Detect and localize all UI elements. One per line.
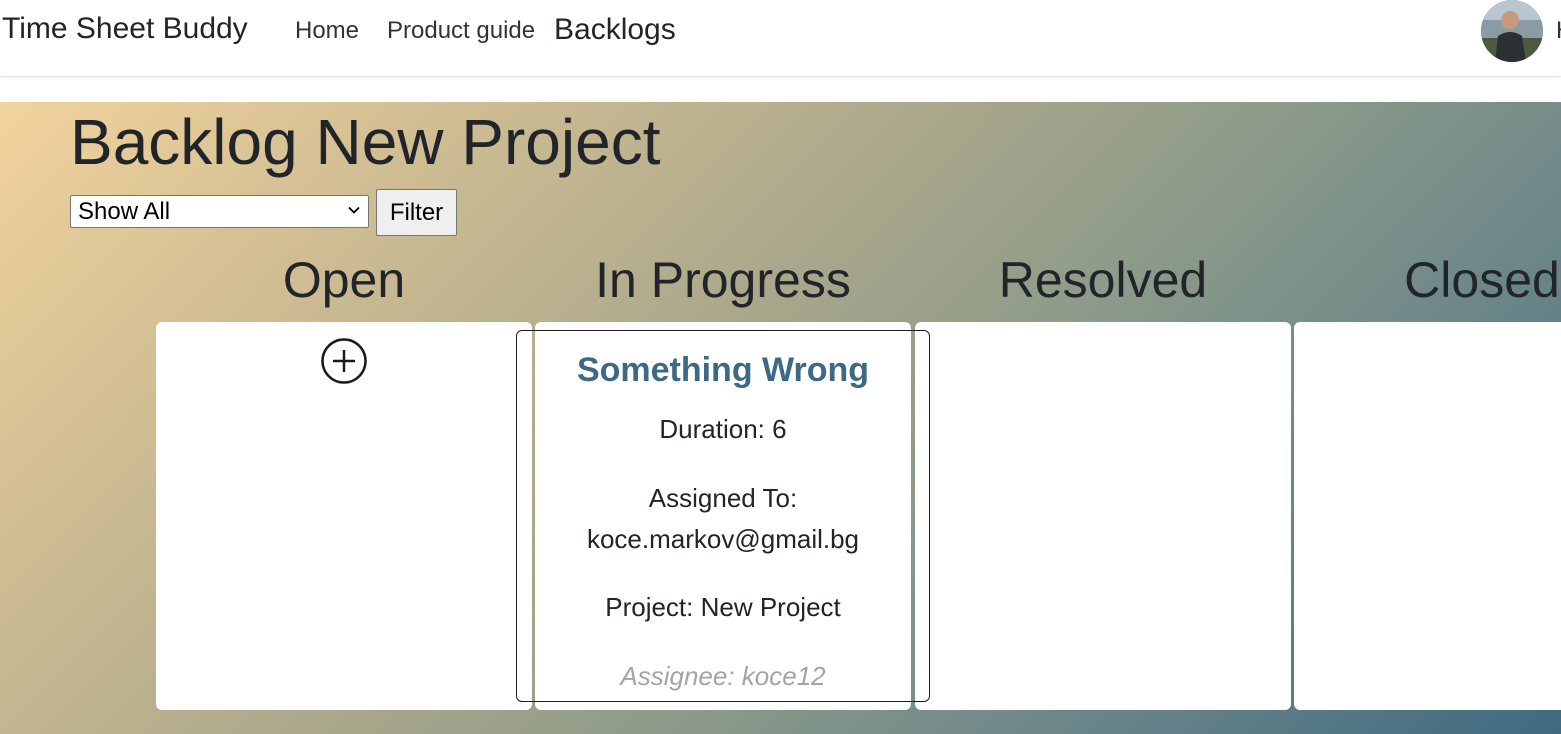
task-card[interactable]: Something Wrong Duration: 6 Assigned To:… (516, 330, 930, 702)
nav-link-backlogs[interactable]: Backlogs (554, 13, 676, 47)
task-assigned-to-email: koce.markov@gmail.bg (586, 524, 860, 554)
task-assignee: Assignee: koce12 (620, 661, 826, 691)
brand-link[interactable]: Time Sheet Buddy (2, 12, 248, 46)
user-greeting[interactable]: H (1556, 17, 1561, 45)
task-project: Project: New Project (605, 592, 841, 622)
task-duration: Duration: 6 (659, 414, 787, 444)
chevron-down-icon (348, 206, 360, 214)
page-title: Backlog New Project (70, 106, 661, 178)
column-header-closed: Closed (1404, 252, 1560, 308)
column-closed (1294, 322, 1561, 710)
nav-link-product-guide[interactable]: Product guide (387, 17, 535, 45)
nav-link-home[interactable]: Home (295, 17, 359, 45)
plus-circle-icon[interactable] (320, 337, 368, 385)
column-header-resolved: Resolved (998, 252, 1208, 308)
column-header-open: Open (282, 252, 406, 308)
filter-button[interactable]: Filter (376, 189, 457, 236)
task-assigned-to-label: Assigned To: (648, 483, 798, 513)
user-avatar[interactable] (1481, 0, 1543, 62)
backlog-main: Backlog New Project Show All Filter Open… (0, 102, 1561, 734)
column-header-in-progress: In Progress (595, 252, 851, 308)
column-resolved (915, 322, 1291, 710)
top-navbar: Time Sheet Buddy Home Product guide Back… (0, 0, 1561, 77)
avatar-photo-icon (1481, 0, 1543, 62)
status-filter-value: Show All (78, 198, 171, 225)
status-filter-select[interactable]: Show All (70, 195, 369, 228)
task-title[interactable]: Something Wrong (517, 351, 929, 390)
column-open (156, 322, 532, 710)
